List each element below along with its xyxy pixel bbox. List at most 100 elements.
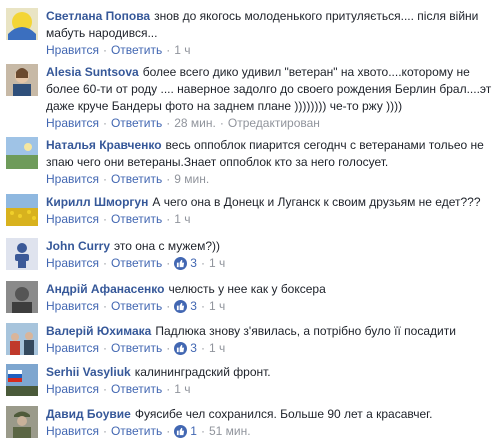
like-link[interactable]: Нравится	[46, 211, 99, 227]
reply-link[interactable]: Ответить	[111, 298, 162, 314]
like-link[interactable]: Нравится	[46, 381, 99, 397]
separator-dot: ·	[166, 116, 171, 130]
like-count-value: 3	[190, 256, 197, 270]
avatar[interactable]	[6, 323, 38, 355]
comment-text: калининградский фронт.	[134, 365, 271, 379]
comment-actions: Нравится · Ответить · 1 ч	[46, 211, 500, 227]
comment-text: это она с мужем?))	[114, 239, 221, 253]
comment-author[interactable]: Наталья Кравченко	[46, 138, 162, 152]
comment-author[interactable]: Alesia Suntsova	[46, 65, 139, 79]
thumbs-up-icon	[174, 299, 188, 313]
comment-time[interactable]: 1 ч	[174, 381, 190, 397]
like-count-value: 3	[190, 341, 197, 355]
avatar-sunflower-image	[6, 194, 38, 226]
like-count[interactable]: 3	[174, 298, 197, 314]
avatar[interactable]	[6, 194, 38, 226]
comment-time[interactable]: 1 ч	[209, 340, 225, 356]
avatar[interactable]	[6, 281, 38, 313]
like-link[interactable]: Нравится	[46, 298, 99, 314]
separator-dot: ·	[166, 424, 171, 438]
avatar[interactable]	[6, 8, 38, 40]
comment-actions: Нравится · Ответить · 3 · 1 ч	[46, 340, 500, 356]
like-count-value: 1	[190, 424, 197, 438]
default-profile-icon	[6, 238, 38, 270]
avatar-landscape-image	[6, 137, 38, 169]
like-count[interactable]: 3	[174, 255, 197, 271]
like-link[interactable]: Нравится	[46, 42, 99, 58]
thumbs-up-icon	[174, 256, 188, 270]
like-count[interactable]: 3	[174, 340, 197, 356]
edited-label[interactable]: Отредактирован	[228, 115, 320, 131]
avatar[interactable]	[6, 64, 38, 96]
comment-time[interactable]: 9 мин.	[174, 171, 209, 187]
thumbs-up-icon	[174, 424, 188, 438]
comment-actions: Нравится · Ответить · 28 мин. · Отредакт…	[46, 115, 500, 131]
separator-dot: ·	[166, 43, 171, 57]
comment-text: Фуясибе чел сохранился. Больше 90 лет а …	[134, 407, 433, 421]
thumbs-up-icon	[174, 341, 188, 355]
like-link[interactable]: Нравится	[46, 115, 99, 131]
separator-dot: ·	[102, 256, 107, 270]
separator-dot: ·	[200, 341, 205, 355]
comment-actions: Нравится · Ответить · 3 · 1 ч	[46, 255, 500, 271]
like-link[interactable]: Нравится	[46, 340, 99, 356]
reply-link[interactable]: Ответить	[111, 255, 162, 271]
avatar-grey-image	[6, 281, 38, 313]
comment-time[interactable]: 51 мин.	[209, 423, 251, 439]
comment-time[interactable]: 1 ч	[174, 42, 190, 58]
avatar-group-image	[6, 323, 38, 355]
avatar-flags-image	[6, 364, 38, 396]
like-link[interactable]: Нравится	[46, 423, 99, 439]
separator-dot: ·	[102, 341, 107, 355]
reply-link[interactable]: Ответить	[111, 381, 162, 397]
comment-time[interactable]: 1 ч	[209, 298, 225, 314]
comment-text: А чего она в Донецк и Луганск к своим др…	[152, 195, 481, 209]
comment-actions: Нравится · Ответить · 1 · 51 мин.	[46, 423, 500, 439]
separator-dot: ·	[102, 172, 107, 186]
reply-link[interactable]: Ответить	[111, 171, 162, 187]
comment-time[interactable]: 1 ч	[174, 211, 190, 227]
comment-actions: Нравится · Ответить · 3 · 1 ч	[46, 298, 500, 314]
separator-dot: ·	[200, 299, 205, 313]
separator-dot: ·	[166, 172, 171, 186]
separator-dot: ·	[166, 341, 171, 355]
comment-author[interactable]: Кирилл Шморгун	[46, 195, 148, 209]
reply-link[interactable]: Ответить	[111, 211, 162, 227]
reply-link[interactable]: Ответить	[111, 115, 162, 131]
reply-link[interactable]: Ответить	[111, 423, 162, 439]
avatar[interactable]	[6, 406, 38, 438]
comment-author[interactable]: Светлана Попова	[46, 9, 150, 23]
comment-author[interactable]: Serhii Vasyliuk	[46, 365, 131, 379]
separator-dot: ·	[102, 382, 107, 396]
separator-dot: ·	[219, 116, 224, 130]
like-count[interactable]: 1	[174, 423, 197, 439]
reply-link[interactable]: Ответить	[111, 340, 162, 356]
avatar-flag-image	[6, 8, 38, 40]
separator-dot: ·	[102, 424, 107, 438]
comment-actions: Нравится · Ответить · 1 ч	[46, 381, 500, 397]
separator-dot: ·	[166, 212, 171, 226]
comment-author[interactable]: Андрій Афанасенко	[46, 282, 164, 296]
like-link[interactable]: Нравится	[46, 171, 99, 187]
avatar[interactable]	[6, 238, 38, 270]
comment-author[interactable]: John Curry	[46, 239, 110, 253]
avatar[interactable]	[6, 364, 38, 396]
reply-link[interactable]: Ответить	[111, 42, 162, 58]
separator-dot: ·	[102, 116, 107, 130]
separator-dot: ·	[102, 43, 107, 57]
like-count-value: 3	[190, 299, 197, 313]
separator-dot: ·	[102, 212, 107, 226]
separator-dot: ·	[102, 299, 107, 313]
separator-dot: ·	[166, 382, 171, 396]
comment-actions: Нравится · Ответить · 9 мин.	[46, 171, 500, 187]
avatar-soldier-image	[6, 406, 38, 438]
comment-time[interactable]: 28 мин.	[174, 115, 216, 131]
like-link[interactable]: Нравится	[46, 255, 99, 271]
separator-dot: ·	[166, 256, 171, 270]
avatar-person-image	[6, 64, 38, 96]
comment-time[interactable]: 1 ч	[209, 255, 225, 271]
comment-text: Падлюка знову з'явилась, а потрібно було…	[155, 324, 456, 338]
comment-author[interactable]: Валерій Юхимака	[46, 324, 151, 338]
comment-author[interactable]: Давид Боувие	[46, 407, 131, 421]
avatar[interactable]	[6, 137, 38, 169]
